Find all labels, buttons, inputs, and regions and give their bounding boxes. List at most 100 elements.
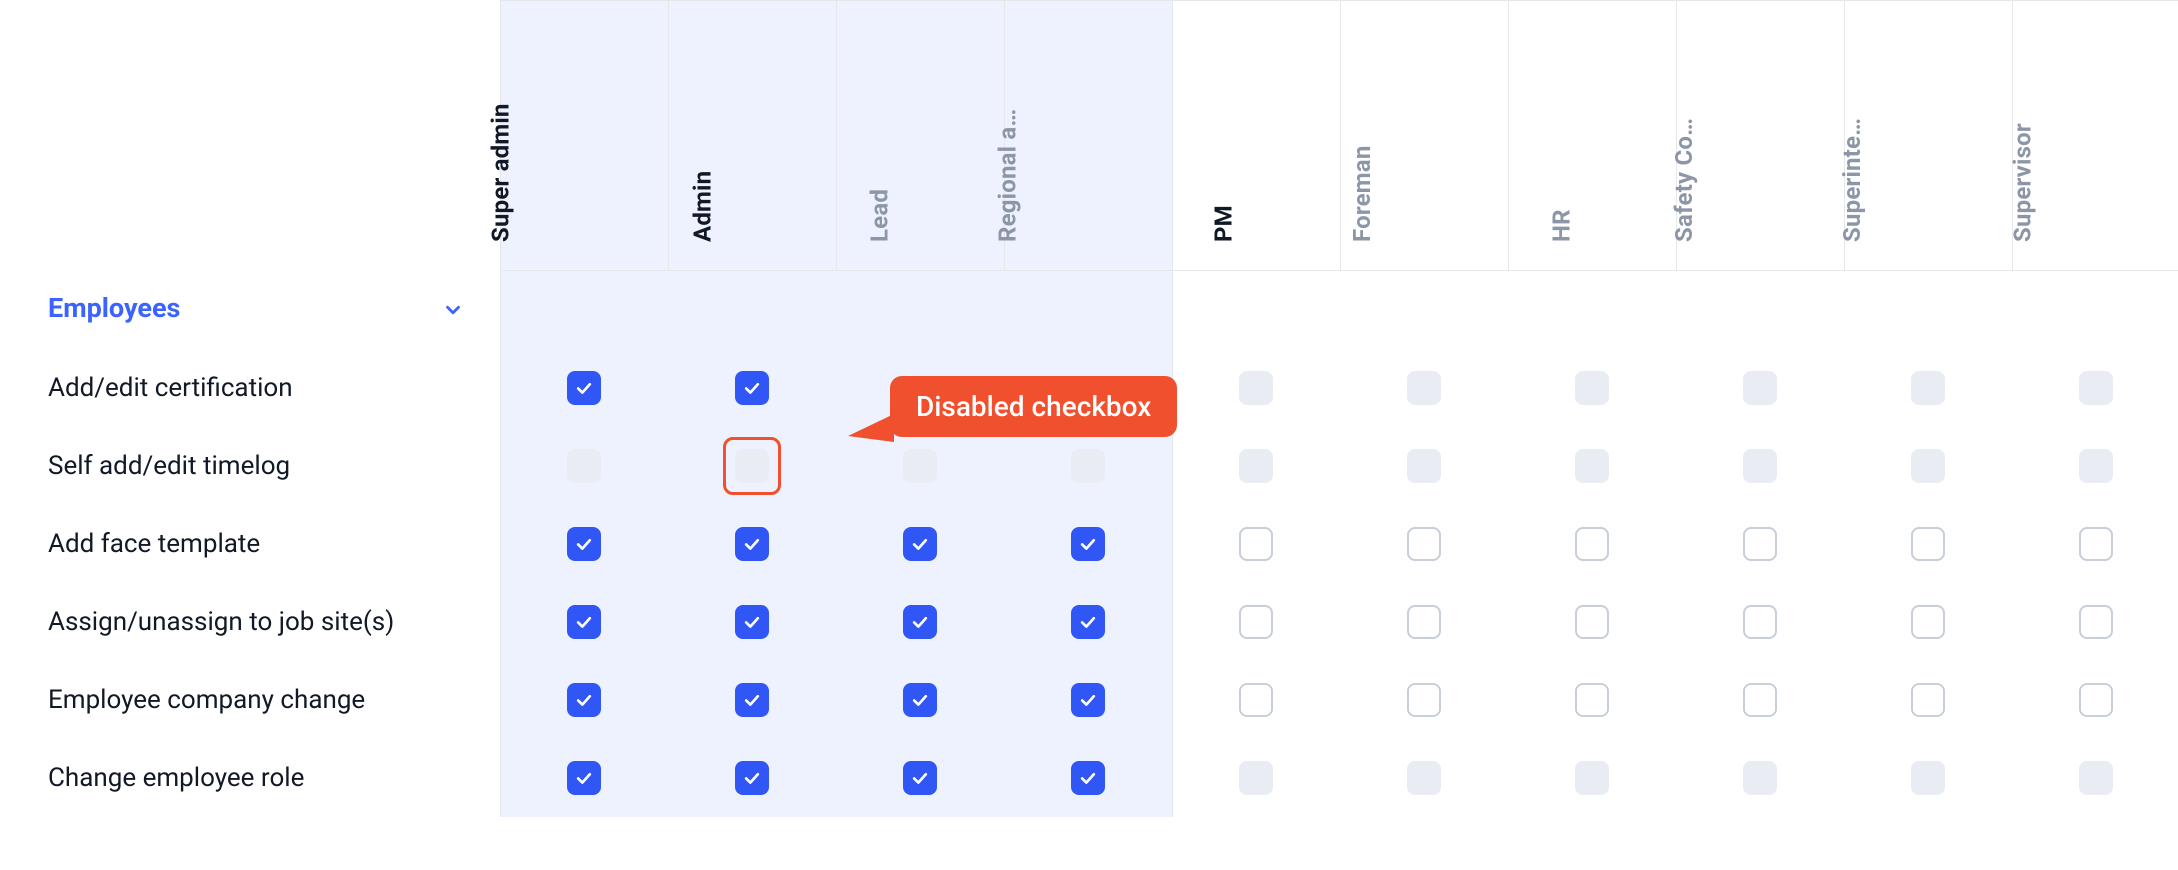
checkbox-checked[interactable] <box>1071 761 1105 795</box>
role-header-pm[interactable]: PM <box>1172 1 1340 271</box>
permission-cell[interactable] <box>500 349 668 427</box>
checkbox-unchecked[interactable] <box>1743 527 1777 561</box>
permission-cell <box>1340 427 1508 505</box>
checkbox-unchecked[interactable] <box>1575 605 1609 639</box>
permission-cell[interactable] <box>1004 661 1172 739</box>
permission-cell[interactable] <box>500 661 668 739</box>
permission-cell[interactable] <box>1004 583 1172 661</box>
permission-cell[interactable] <box>1508 661 1676 739</box>
checkbox-unchecked[interactable] <box>1407 605 1441 639</box>
permission-cell[interactable] <box>1508 505 1676 583</box>
permission-cell[interactable] <box>1508 583 1676 661</box>
checkbox-checked[interactable] <box>903 683 937 717</box>
checkbox-unchecked[interactable] <box>1239 605 1273 639</box>
checkbox-checked[interactable] <box>735 527 769 561</box>
checkbox-checked[interactable] <box>1071 605 1105 639</box>
permission-cell[interactable] <box>1004 739 1172 817</box>
permission-cell <box>500 271 668 349</box>
permission-cell[interactable] <box>668 505 836 583</box>
permission-cell[interactable] <box>836 661 1004 739</box>
permission-cell <box>1340 271 1508 349</box>
checkbox-unchecked[interactable] <box>1743 683 1777 717</box>
permission-cell[interactable] <box>2012 661 2178 739</box>
permission-cell[interactable] <box>1844 661 2012 739</box>
checkbox-unchecked[interactable] <box>1911 605 1945 639</box>
permission-cell[interactable] <box>1172 505 1340 583</box>
checkbox-checked[interactable] <box>735 605 769 639</box>
role-header-label: Admin <box>688 171 716 242</box>
role-header-super-admin[interactable]: Super admin <box>500 1 668 271</box>
checkbox-disabled <box>1407 761 1441 795</box>
permission-cell <box>1172 427 1340 505</box>
checkbox-checked[interactable] <box>567 527 601 561</box>
permission-cell[interactable] <box>836 739 1004 817</box>
permission-cell[interactable] <box>2012 505 2178 583</box>
role-header-foreman[interactable]: Foreman <box>1340 1 1508 271</box>
role-header-lead[interactable]: Lead <box>836 1 1004 271</box>
role-header-label: Foreman <box>1348 146 1376 243</box>
permission-cell <box>1340 739 1508 817</box>
role-header-supervisor[interactable]: Supervisor <box>2012 1 2178 271</box>
permission-cell <box>1004 271 1172 349</box>
permission-cell[interactable] <box>1004 505 1172 583</box>
permission-cell[interactable] <box>2012 583 2178 661</box>
checkbox-unchecked[interactable] <box>1911 683 1945 717</box>
checkbox-checked[interactable] <box>903 761 937 795</box>
checkbox-unchecked[interactable] <box>1407 527 1441 561</box>
checkbox-checked[interactable] <box>903 605 937 639</box>
permission-cell[interactable] <box>1844 505 2012 583</box>
permissions-table: Super admin Admin LeadRegional a… PM Foreman… <box>0 0 2178 817</box>
checkbox-checked[interactable] <box>1071 527 1105 561</box>
checkbox-checked[interactable] <box>567 371 601 405</box>
permission-cell[interactable] <box>500 583 668 661</box>
permission-cell[interactable] <box>668 739 836 817</box>
role-header-hr[interactable]: HR <box>1508 1 1676 271</box>
permission-cell[interactable] <box>836 505 1004 583</box>
checkbox-unchecked[interactable] <box>1239 527 1273 561</box>
permission-cell[interactable] <box>1340 583 1508 661</box>
role-header-regional-a[interactable]: Regional a… <box>1004 1 1172 271</box>
permission-cell[interactable] <box>500 505 668 583</box>
permission-cell <box>1172 349 1340 427</box>
permission-cell[interactable] <box>1340 505 1508 583</box>
checkbox-unchecked[interactable] <box>1575 527 1609 561</box>
annotation-highlight <box>723 437 781 495</box>
permission-cell <box>1508 739 1676 817</box>
checkbox-checked[interactable] <box>567 605 601 639</box>
permission-cell[interactable] <box>1676 661 1844 739</box>
permission-cell[interactable] <box>1676 505 1844 583</box>
permission-cell[interactable] <box>500 739 668 817</box>
checkbox-unchecked[interactable] <box>2079 527 2113 561</box>
permission-group-toggle[interactable]: Employees <box>0 271 500 349</box>
checkbox-unchecked[interactable] <box>2079 683 2113 717</box>
permission-cell[interactable] <box>836 583 1004 661</box>
checkbox-checked[interactable] <box>735 761 769 795</box>
checkbox-checked[interactable] <box>567 683 601 717</box>
permission-cell[interactable] <box>1340 661 1508 739</box>
permission-cell[interactable] <box>668 661 836 739</box>
checkbox-checked[interactable] <box>735 683 769 717</box>
permission-cell[interactable] <box>1844 583 2012 661</box>
checkbox-unchecked[interactable] <box>1407 683 1441 717</box>
checkbox-checked[interactable] <box>903 527 937 561</box>
permission-cell[interactable] <box>1172 661 1340 739</box>
checkbox-unchecked[interactable] <box>1575 683 1609 717</box>
role-header-label: PM <box>1210 205 1238 242</box>
permission-cell[interactable] <box>1172 583 1340 661</box>
role-header-safety-co[interactable]: Safety Co… <box>1676 1 1844 271</box>
checkbox-unchecked[interactable] <box>2079 605 2113 639</box>
permission-cell[interactable] <box>1676 583 1844 661</box>
checkbox-disabled <box>1239 371 1273 405</box>
checkbox-disabled <box>1407 449 1441 483</box>
checkbox-unchecked[interactable] <box>1911 527 1945 561</box>
role-header-superinte[interactable]: Superinte… <box>1844 1 2012 271</box>
checkbox-unchecked[interactable] <box>1743 605 1777 639</box>
permission-cell[interactable] <box>668 349 836 427</box>
checkbox-disabled <box>2079 761 2113 795</box>
checkbox-checked[interactable] <box>735 371 769 405</box>
checkbox-checked[interactable] <box>567 761 601 795</box>
role-header-admin[interactable]: Admin <box>668 1 836 271</box>
checkbox-unchecked[interactable] <box>1239 683 1273 717</box>
permission-cell[interactable] <box>668 583 836 661</box>
checkbox-checked[interactable] <box>1071 683 1105 717</box>
